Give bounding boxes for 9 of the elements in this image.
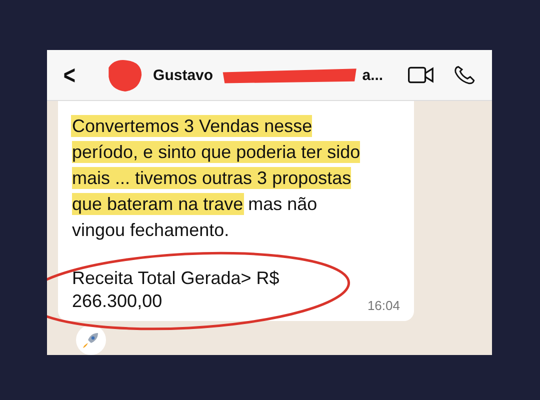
back-button[interactable]: < (63, 60, 82, 90)
contact-name: Gustavo (153, 66, 214, 84)
contact-name: a... (362, 66, 384, 84)
reaction-badge[interactable] (76, 325, 106, 355)
revenue-text: Receita Total Gerada> R$ 266.300,00 (72, 267, 280, 313)
message-text: Convertemos 3 Vendas nesse período, e sinto que poderia ter sido mais ... tivemos outras 3 propostas que bateram na trave mas não vingou fechamento. (72, 115, 362, 242)
video-call-icon[interactable] (407, 64, 435, 86)
message-time: 16:04 (367, 298, 400, 313)
rocket-icon (81, 330, 101, 350)
